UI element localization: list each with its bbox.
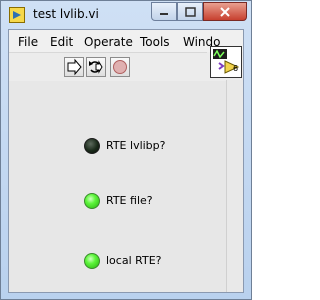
abort-stop-icon [113, 60, 127, 74]
maximize-icon [184, 6, 196, 17]
window-title: test lvlib.vi [33, 7, 99, 21]
led-rte-file [84, 193, 100, 209]
vi-front-panel-window: File Edit Operate Tools Windo 6 RTE lvli… [8, 29, 244, 293]
vi-icon-number: 6 [233, 64, 239, 73]
menu-tools[interactable]: Tools [140, 35, 170, 49]
labview-app-icon [9, 7, 25, 23]
label-rte-lvlibp: RTE lvlibp? [106, 139, 166, 152]
label-local-rte: local RTE? [106, 254, 162, 267]
menu-file[interactable]: File [18, 35, 38, 49]
close-button[interactable] [203, 2, 247, 21]
title-bar[interactable]: test lvlib.vi [1, 1, 251, 29]
window: test lvlib.vi File Edit Operate Tools Wi… [0, 0, 252, 300]
run-continuously-icon [89, 60, 103, 74]
menu-edit[interactable]: Edit [50, 35, 73, 49]
toolbar [9, 52, 207, 82]
vertical-scrollbar[interactable] [226, 80, 243, 292]
vi-icon[interactable]: 6 [210, 46, 242, 78]
menu-operate[interactable]: Operate [84, 35, 133, 49]
menu-bar: File Edit Operate Tools Windo [9, 30, 243, 52]
led-local-rte [84, 253, 100, 269]
close-icon [220, 6, 230, 17]
run-button[interactable] [64, 57, 84, 77]
run-arrow-icon [67, 58, 82, 76]
caption-buttons [151, 2, 247, 21]
led-rte-lvlibp [84, 138, 100, 154]
maximize-button[interactable] [177, 2, 203, 21]
minimize-icon [160, 12, 168, 15]
run-continuously-button[interactable] [86, 57, 106, 77]
label-rte-file: RTE file? [106, 194, 153, 207]
minimize-button[interactable] [151, 2, 177, 21]
front-panel: RTE lvlibp? RTE file? local RTE? [9, 81, 243, 292]
abort-button[interactable] [110, 57, 130, 77]
